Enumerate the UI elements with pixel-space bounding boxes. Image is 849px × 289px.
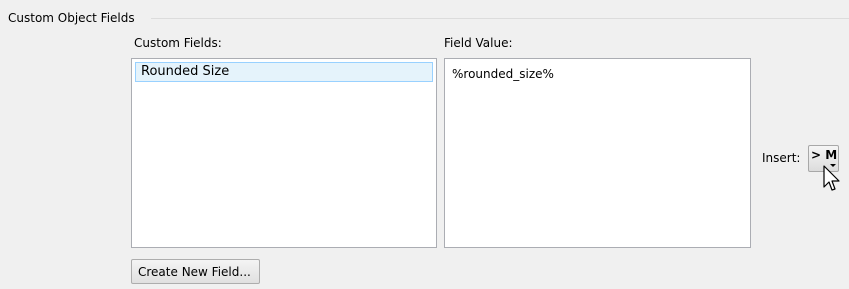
custom-fields-label: Custom Fields: — [134, 36, 222, 50]
create-new-field-button[interactable]: Create New Field... — [131, 259, 260, 284]
insert-button-label: > M — [811, 148, 838, 162]
mouse-pointer-icon — [823, 165, 840, 191]
list-item-label: Rounded Size — [141, 64, 230, 79]
insert-label: Insert: — [762, 151, 801, 165]
custom-fields-list[interactable]: Rounded Size — [131, 58, 437, 248]
create-button-label: Create New Field... — [138, 265, 251, 279]
list-item-rounded-size[interactable]: Rounded Size — [135, 62, 433, 82]
custom-object-fields-group: Custom Object Fields Custom Fields: Fiel… — [0, 0, 849, 289]
group-title: Custom Object Fields — [8, 11, 139, 25]
field-value-text: %rounded_size% — [452, 67, 554, 81]
group-divider — [151, 18, 849, 19]
field-value-textarea[interactable]: %rounded_size% — [444, 58, 751, 248]
field-value-label: Field Value: — [444, 36, 513, 50]
